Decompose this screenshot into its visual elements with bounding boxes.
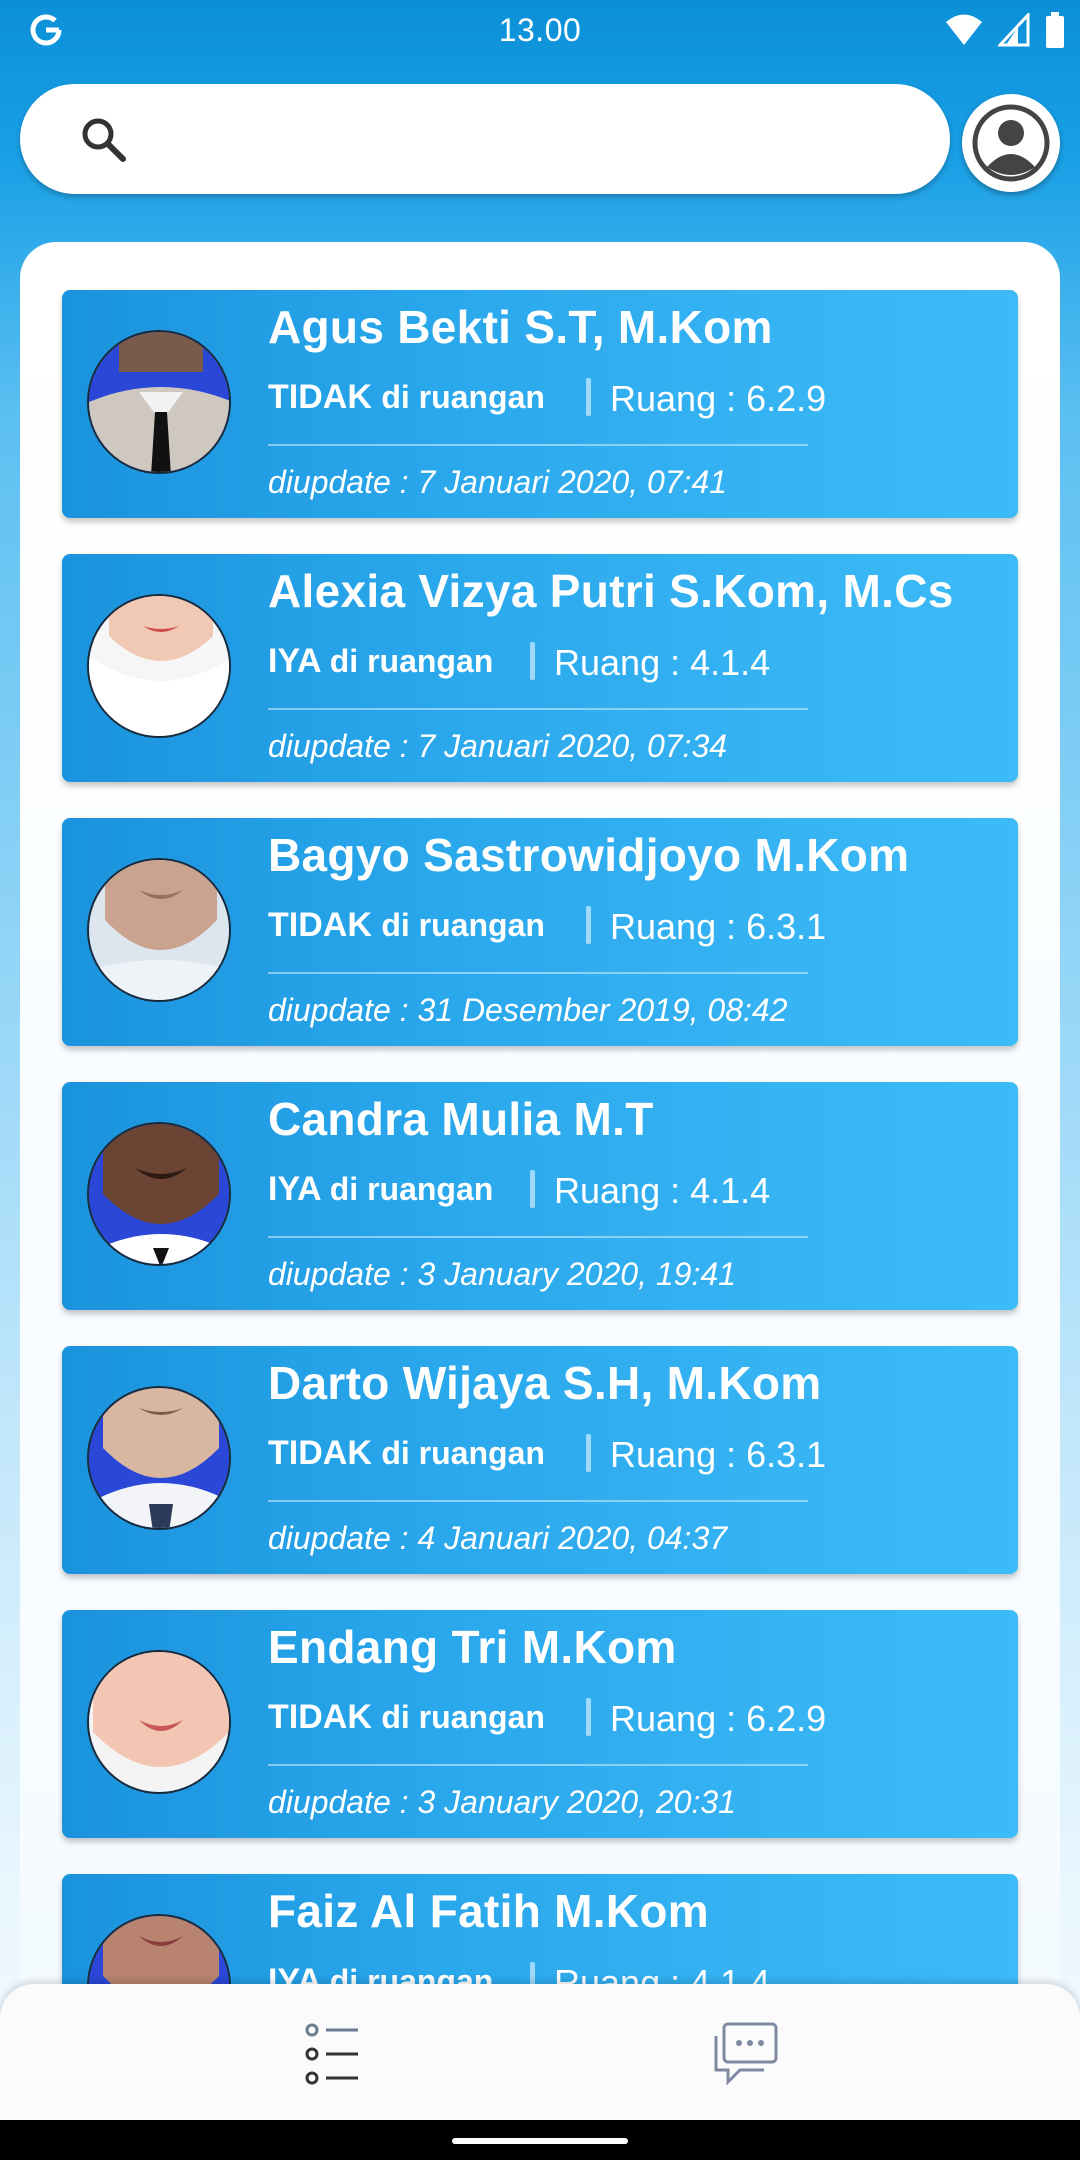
updated-time: diupdate : 31 Desember 2019, 08:42 xyxy=(268,992,788,1028)
status-icons xyxy=(944,12,1066,48)
room-label: Ruang : 6.2.9 xyxy=(610,1698,827,1739)
updated-time: diupdate : 7 Januari 2020, 07:41 xyxy=(268,464,728,500)
room-label: Ruang : 6.2.9 xyxy=(610,378,827,419)
battery-icon xyxy=(1046,12,1064,48)
separator xyxy=(586,906,591,944)
lecturer-card[interactable]: Agus Bekti S.T, M.Kom TIDAK di ruangan R… xyxy=(62,290,1018,518)
separator xyxy=(530,642,535,680)
system-navigation-bar xyxy=(0,2120,1080,2160)
presence-status: TIDAK di ruangan xyxy=(268,378,545,417)
lecturer-card[interactable]: Endang Tri M.Kom TIDAK di ruangan Ruang … xyxy=(62,1610,1018,1838)
avatar xyxy=(87,330,231,474)
divider xyxy=(268,444,808,446)
wifi-icon xyxy=(946,14,982,45)
lecturer-list[interactable]: Agus Bekti S.T, M.Kom TIDAK di ruangan R… xyxy=(20,242,1060,1992)
presence-value: TIDAK xyxy=(268,906,372,944)
signal-icon xyxy=(998,13,1030,47)
bottom-nav xyxy=(0,1984,1080,2120)
avatar xyxy=(87,1122,231,1266)
lecturer-name: Agus Bekti S.T, M.Kom xyxy=(268,301,773,353)
presence-value: IYA xyxy=(268,642,321,680)
status-bar: 13.00 xyxy=(0,0,1080,62)
search-input[interactable] xyxy=(150,104,914,176)
room-label: Ruang : 6.3.1 xyxy=(610,1434,827,1475)
divider xyxy=(268,972,808,974)
lecturer-name: Alexia Vizya Putri S.Kom, M.Cs xyxy=(268,565,954,617)
search-icon xyxy=(82,118,126,162)
presence-suffix: di ruangan xyxy=(381,1699,545,1735)
presence-value: IYA xyxy=(268,1170,321,1208)
avatar xyxy=(87,594,231,738)
presence-status: IYA di ruangan xyxy=(268,642,493,681)
avatar xyxy=(87,1914,231,1992)
list-icon xyxy=(305,2023,358,2085)
presence-suffix: di ruangan xyxy=(381,907,545,943)
presence-value: TIDAK xyxy=(268,1698,372,1736)
presence-value: TIDAK xyxy=(268,378,372,416)
presence-suffix: di ruangan xyxy=(381,379,545,415)
separator xyxy=(530,1170,535,1208)
avatar xyxy=(87,1650,231,1794)
presence-suffix: di ruangan xyxy=(329,1171,494,1207)
separator xyxy=(586,1434,591,1472)
lecturer-card[interactable]: Candra Mulia M.T IYA di ruangan Ruang : … xyxy=(62,1082,1018,1310)
home-gesture-handle[interactable] xyxy=(452,2138,628,2144)
separator xyxy=(586,378,591,416)
room-label: Ruang : 4.1.4 xyxy=(554,1170,771,1211)
profile-button[interactable] xyxy=(962,94,1060,192)
divider xyxy=(268,1236,808,1238)
lecturer-name: Faiz Al Fatih M.Kom xyxy=(268,1885,709,1937)
presence-suffix: di ruangan xyxy=(381,1435,545,1471)
search-bar[interactable] xyxy=(20,84,950,194)
presence-status: TIDAK di ruangan xyxy=(268,1698,545,1737)
avatar xyxy=(87,858,231,1002)
lecturer-name: Bagyo Sastrowidjoyo M.Kom xyxy=(268,829,910,881)
lecturer-card[interactable]: Darto Wijaya S.H, M.Kom TIDAK di ruangan… xyxy=(62,1346,1018,1574)
lecturer-name: Darto Wijaya S.H, M.Kom xyxy=(268,1357,822,1409)
lecturer-name: Endang Tri M.Kom xyxy=(268,1621,677,1673)
separator xyxy=(586,1698,591,1736)
status-time: 13.00 xyxy=(498,12,582,48)
presence-status: IYA di ruangan xyxy=(268,1170,493,1209)
avatar xyxy=(87,1386,231,1530)
presence-status: TIDAK di ruangan xyxy=(268,906,545,945)
presence-suffix: di ruangan xyxy=(329,643,494,679)
nav-chat-tab[interactable] xyxy=(706,2014,786,2094)
room-label: Ruang : 6.3.1 xyxy=(610,906,827,947)
presence-value: TIDAK xyxy=(268,1434,372,1472)
updated-time: diupdate : 3 January 2020, 19:41 xyxy=(268,1256,736,1292)
updated-time: diupdate : 3 January 2020, 20:31 xyxy=(268,1784,736,1820)
lecturer-card[interactable]: Alexia Vizya Putri S.Kom, M.Cs IYA di ru… xyxy=(62,554,1018,782)
lecturer-card[interactable]: Bagyo Sastrowidjoyo M.Kom TIDAK di ruang… xyxy=(62,818,1018,1046)
divider xyxy=(268,708,808,710)
lecturer-name: Candra Mulia M.T xyxy=(268,1093,654,1145)
chat-icon xyxy=(714,2022,778,2086)
presence-status: TIDAK di ruangan xyxy=(268,1434,545,1473)
divider xyxy=(268,1764,808,1766)
updated-time: diupdate : 4 Januari 2020, 04:37 xyxy=(268,1520,728,1556)
updated-time: diupdate : 7 Januari 2020, 07:34 xyxy=(268,728,728,764)
nav-list-tab[interactable] xyxy=(292,2014,372,2094)
account-circle-icon xyxy=(972,104,1050,182)
lecturer-card[interactable]: Faiz Al Fatih M.Kom IYA di ruangan Ruang… xyxy=(62,1874,1018,1992)
divider xyxy=(268,1500,808,1502)
room-label: Ruang : 4.1.4 xyxy=(554,642,771,683)
